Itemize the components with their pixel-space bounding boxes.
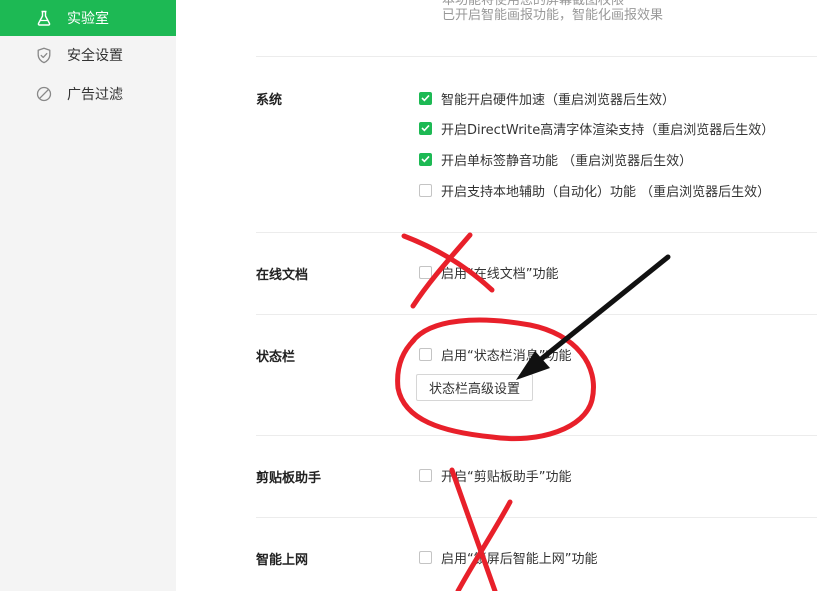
checkbox[interactable] [419,550,432,564]
option-label: 开启DirectWrite高清字体渲染支持（重启浏览器后生效） [441,122,775,138]
section-divider [256,56,817,57]
feature-note: 已开启智能画报功能，智能化画报效果 [442,8,664,23]
option-clipboard[interactable]: 开启“剪贴板助手”功能 [419,466,572,485]
section-title-smart-net: 智能上网 [256,553,309,568]
option-label: 开启“剪贴板助手”功能 [441,469,572,485]
section-title-system: 系统 [256,93,283,108]
checkbox[interactable] [419,121,432,135]
option-label: 启用“在线文档”功能 [441,266,559,282]
block-icon [35,85,53,103]
sidebar: 实验室 安全设置 广告过滤 [0,0,176,591]
option-online-docs[interactable]: 启用“在线文档”功能 [419,263,559,282]
option-label: 启用“状态栏消息”功能 [441,348,572,364]
option-smart-net[interactable]: 启用“锁屏后智能上网”功能 [419,548,598,567]
option-label: 启用“锁屏后智能上网”功能 [441,551,598,567]
checkbox[interactable] [419,183,432,197]
section-title-clipboard: 剪贴板助手 [256,471,322,486]
section-divider [256,435,817,436]
option-label: 开启单标签静音功能 （重启浏览器后生效） [441,153,693,169]
section-divider [256,232,817,233]
section-divider [256,314,817,315]
checkbox[interactable] [419,152,432,166]
sidebar-item-label: 实验室 [67,11,109,27]
flask-icon [35,9,53,27]
checkbox[interactable] [419,468,432,482]
section-title-online-docs: 在线文档 [256,268,309,283]
sidebar-item-adblock[interactable]: 广告过滤 [0,76,176,112]
settings-content: 本功能将使用您的屏幕截图权限 已开启智能画报功能，智能化画报效果 系统 智能开启… [176,0,817,591]
checkbox[interactable] [419,265,432,279]
section-divider [256,517,817,518]
option-status-bar[interactable]: 启用“状态栏消息”功能 [419,345,572,364]
option-local-assist[interactable]: 开启支持本地辅助（自动化）功能 （重启浏览器后生效） [419,181,771,200]
sidebar-item-security[interactable]: 安全设置 [0,37,176,73]
option-hardware-accel[interactable]: 智能开启硬件加速（重启浏览器后生效） [419,89,676,108]
sidebar-item-lab[interactable]: 实验室 [0,0,176,36]
sidebar-item-label: 广告过滤 [67,87,123,103]
option-label: 开启支持本地辅助（自动化）功能 （重启浏览器后生效） [441,184,771,200]
status-bar-advanced-button[interactable]: 状态栏高级设置 [416,374,533,401]
checkbox[interactable] [419,91,432,105]
sidebar-item-label: 安全设置 [67,48,123,64]
section-title-status-bar: 状态栏 [256,350,296,365]
checkbox[interactable] [419,347,432,361]
option-directwrite[interactable]: 开启DirectWrite高清字体渲染支持（重启浏览器后生效） [419,119,775,138]
option-tab-mute[interactable]: 开启单标签静音功能 （重启浏览器后生效） [419,150,693,169]
shield-icon [35,46,53,64]
option-label: 智能开启硬件加速（重启浏览器后生效） [441,92,676,108]
